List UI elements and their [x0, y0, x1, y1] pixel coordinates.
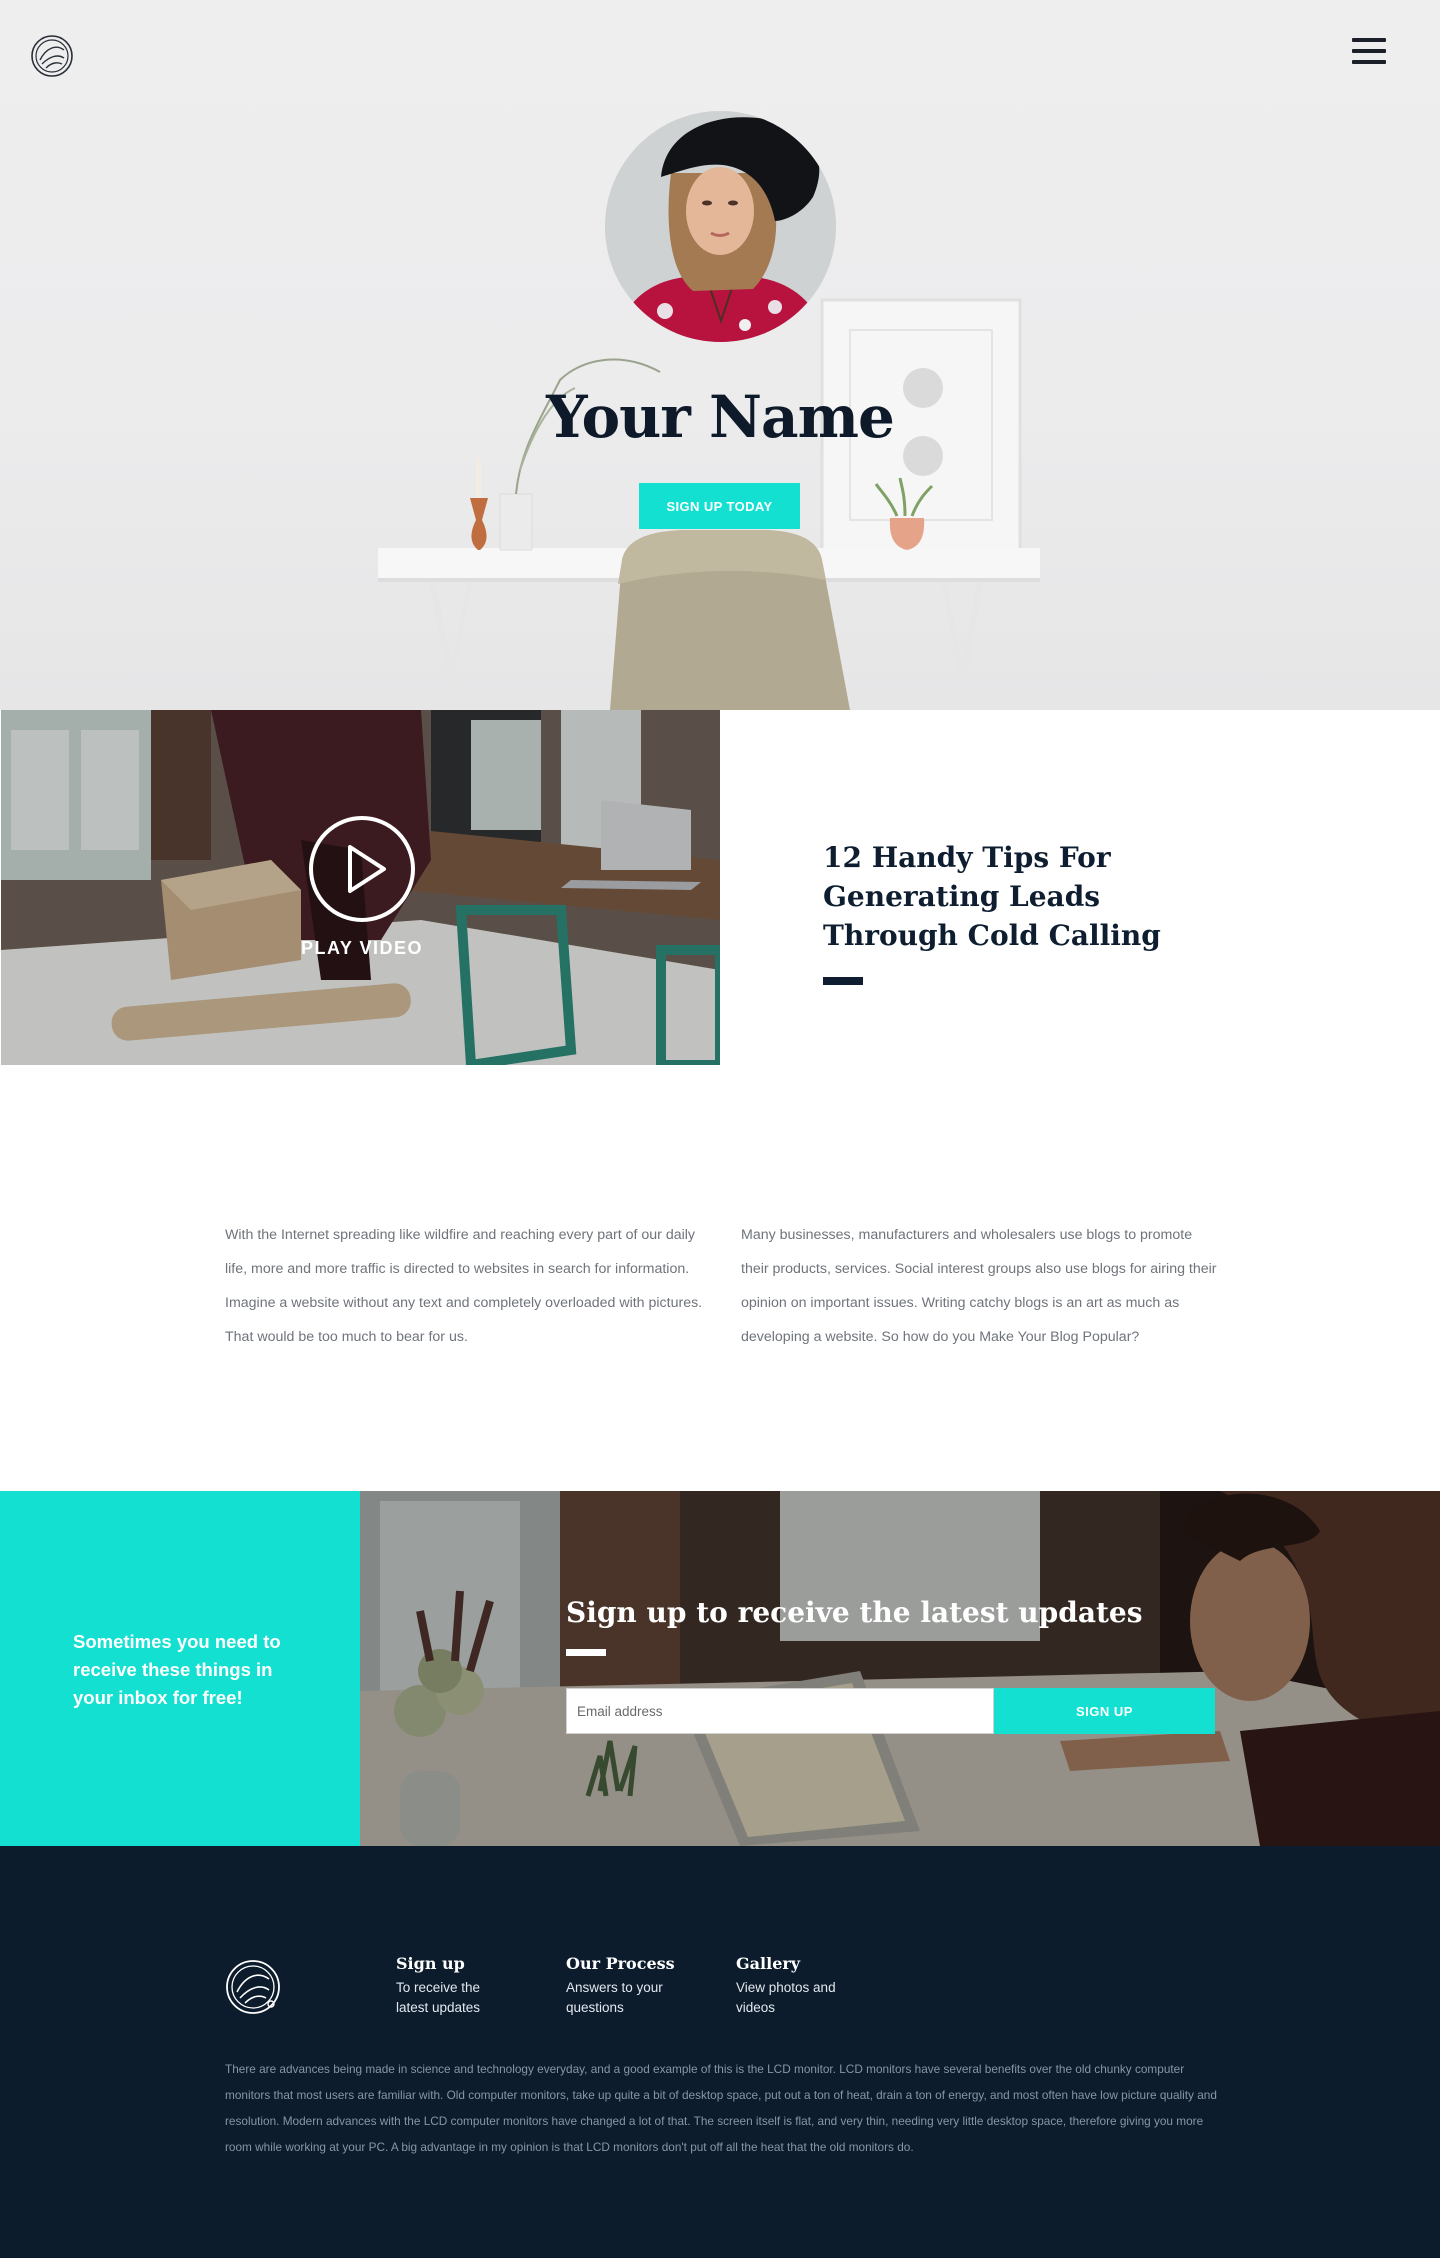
footer-column-sign-up: Sign up To receive the latest updates — [396, 1954, 556, 2018]
hero-background-image — [378, 298, 1040, 710]
play-video-label[interactable]: PLAY VIDEO — [201, 938, 523, 959]
page-title: Your Name — [546, 383, 895, 451]
footer-link-gallery[interactable]: Gallery — [736, 1954, 896, 1973]
menu-line — [1352, 38, 1386, 42]
promo-panel: Sometimes you need to receive these thin… — [0, 1491, 360, 1846]
sign-up-today-button[interactable]: SIGN UP TODAY — [639, 483, 800, 529]
email-field[interactable] — [566, 1688, 994, 1734]
menu-line — [1352, 60, 1386, 64]
menu-line — [1352, 49, 1386, 53]
title-underline — [823, 977, 863, 985]
sign-up-button[interactable]: SIGN UP — [994, 1688, 1215, 1734]
footer-link-sign-up[interactable]: Sign up — [396, 1954, 556, 1973]
hamburger-menu-icon[interactable] — [1352, 38, 1386, 68]
footer-column-our-process: Our Process Answers to your questions — [566, 1954, 726, 2018]
body-text-right: Many businesses, manufacturers and whole… — [741, 1227, 1217, 1345]
footer-link-our-process[interactable]: Our Process — [566, 1954, 726, 1973]
play-icon[interactable] — [309, 816, 415, 922]
circle-leaf-logo-icon[interactable] — [30, 34, 74, 78]
video-player[interactable]: PLAY VIDEO — [1, 710, 720, 1065]
avatar-photo — [605, 111, 836, 342]
avatar — [605, 111, 836, 342]
title-underline — [566, 1649, 606, 1656]
article-title: 12 Handy Tips For Generating Leads Throu… — [823, 841, 1161, 952]
footer: Sign up To receive the latest updates Ou… — [0, 1846, 1440, 2258]
footer-column-text: View photos and videos — [736, 1980, 836, 2015]
promo-text: Sometimes you need to receive these thin… — [73, 1631, 281, 1708]
newsletter-signup: Sign up to receive the latest updates SI… — [360, 1491, 1440, 1846]
signup-background-image — [360, 1491, 1440, 1846]
circle-leaf-logo-icon[interactable] — [224, 1958, 282, 2016]
footer-column-gallery: Gallery View photos and videos — [736, 1954, 896, 2018]
hero-section: Your Name SIGN UP TODAY — [0, 0, 1440, 710]
footer-paragraph: There are advances being made in science… — [225, 2062, 1217, 2154]
signup-title: Sign up to receive the latest updates — [566, 1596, 1143, 1629]
footer-column-text: Answers to your questions — [566, 1980, 663, 2015]
body-text-left: With the Internet spreading like wildfir… — [225, 1227, 703, 1345]
footer-column-text: To receive the latest updates — [396, 1980, 481, 2015]
